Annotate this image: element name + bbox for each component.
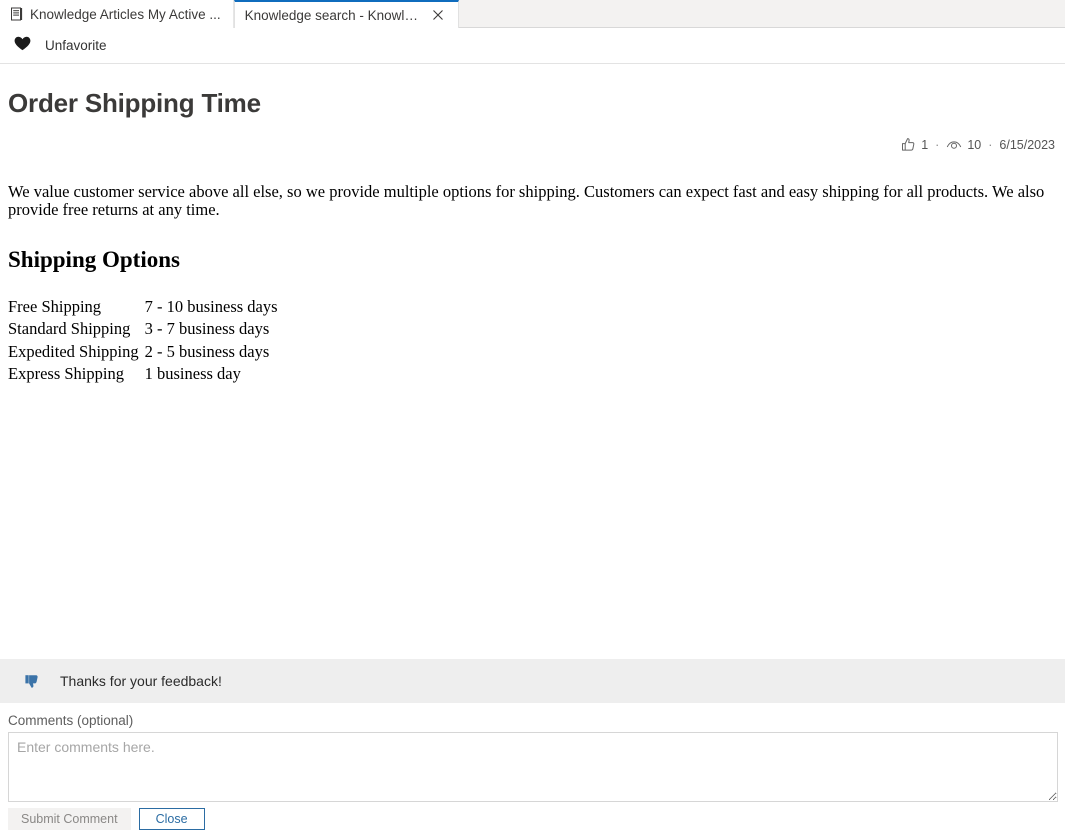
shipping-duration: 7 - 10 business days [145, 296, 286, 318]
submit-comment-button[interactable]: Submit Comment [8, 808, 131, 830]
feedback-message: Thanks for your feedback! [60, 673, 222, 689]
section-heading-shipping-options: Shipping Options [8, 247, 1057, 272]
unfavorite-label: Unfavorite [45, 38, 107, 53]
like-stat[interactable]: 1 [900, 137, 928, 153]
table-row: Expedited Shipping 2 - 5 business days [8, 341, 286, 363]
shipping-duration: 3 - 7 business days [145, 318, 286, 340]
shipping-duration: 2 - 5 business days [145, 341, 286, 363]
article-intro-paragraph: We value customer service above all else… [8, 183, 1057, 220]
table-row: Standard Shipping 3 - 7 business days [8, 318, 286, 340]
table-row: Express Shipping 1 business day [8, 363, 286, 385]
comments-input[interactable] [8, 732, 1058, 802]
stat-separator: · [934, 138, 940, 152]
shipping-method: Standard Shipping [8, 318, 145, 340]
article-date: 6/15/2023 [999, 138, 1055, 152]
shipping-duration: 1 business day [145, 363, 286, 385]
command-bar: Unfavorite [0, 28, 1065, 64]
shipping-options-body: Free Shipping 7 - 10 business days Stand… [8, 296, 286, 385]
browser-tab-strip: Knowledge Articles My Active ... Knowled… [0, 0, 1065, 28]
heart-filled-icon [14, 36, 31, 55]
shipping-method: Express Shipping [8, 363, 145, 385]
shipping-options-table: Free Shipping 7 - 10 business days Stand… [8, 296, 286, 385]
like-count: 1 [921, 138, 928, 152]
tab-label: Knowledge search - Knowled... [245, 8, 419, 23]
tab-knowledge-articles-my-active[interactable]: Knowledge Articles My Active ... [0, 0, 234, 28]
eye-icon [946, 138, 962, 152]
document-icon [10, 7, 23, 21]
article-container: Order Shipping Time 1 · 10 · 6/15/2023 W… [0, 88, 1065, 385]
view-stat: 10 [946, 138, 981, 152]
feedback-button-row: Submit Comment Close [0, 802, 1065, 838]
comments-section: Comments (optional) [0, 703, 1065, 802]
stat-separator: · [987, 138, 993, 152]
shipping-method: Expedited Shipping [8, 341, 145, 363]
close-button[interactable]: Close [139, 808, 205, 830]
tab-knowledge-search[interactable]: Knowledge search - Knowled... [234, 0, 459, 28]
article-content: We value customer service above all else… [8, 183, 1057, 385]
feedback-bar: Thanks for your feedback! [0, 659, 1065, 703]
tab-label: Knowledge Articles My Active ... [30, 7, 221, 22]
thumbs-down-filled-icon [22, 671, 42, 691]
page-title: Order Shipping Time [8, 88, 1057, 119]
unfavorite-button[interactable]: Unfavorite [6, 32, 115, 59]
article-stats: 1 · 10 · 6/15/2023 [8, 135, 1057, 155]
close-icon[interactable] [430, 7, 446, 23]
view-count: 10 [967, 138, 981, 152]
feedback-footer: Thanks for your feedback! Comments (opti… [0, 659, 1065, 838]
table-row: Free Shipping 7 - 10 business days [8, 296, 286, 318]
thumbs-up-icon [900, 137, 916, 153]
shipping-method: Free Shipping [8, 296, 145, 318]
comments-label: Comments (optional) [8, 713, 1057, 728]
